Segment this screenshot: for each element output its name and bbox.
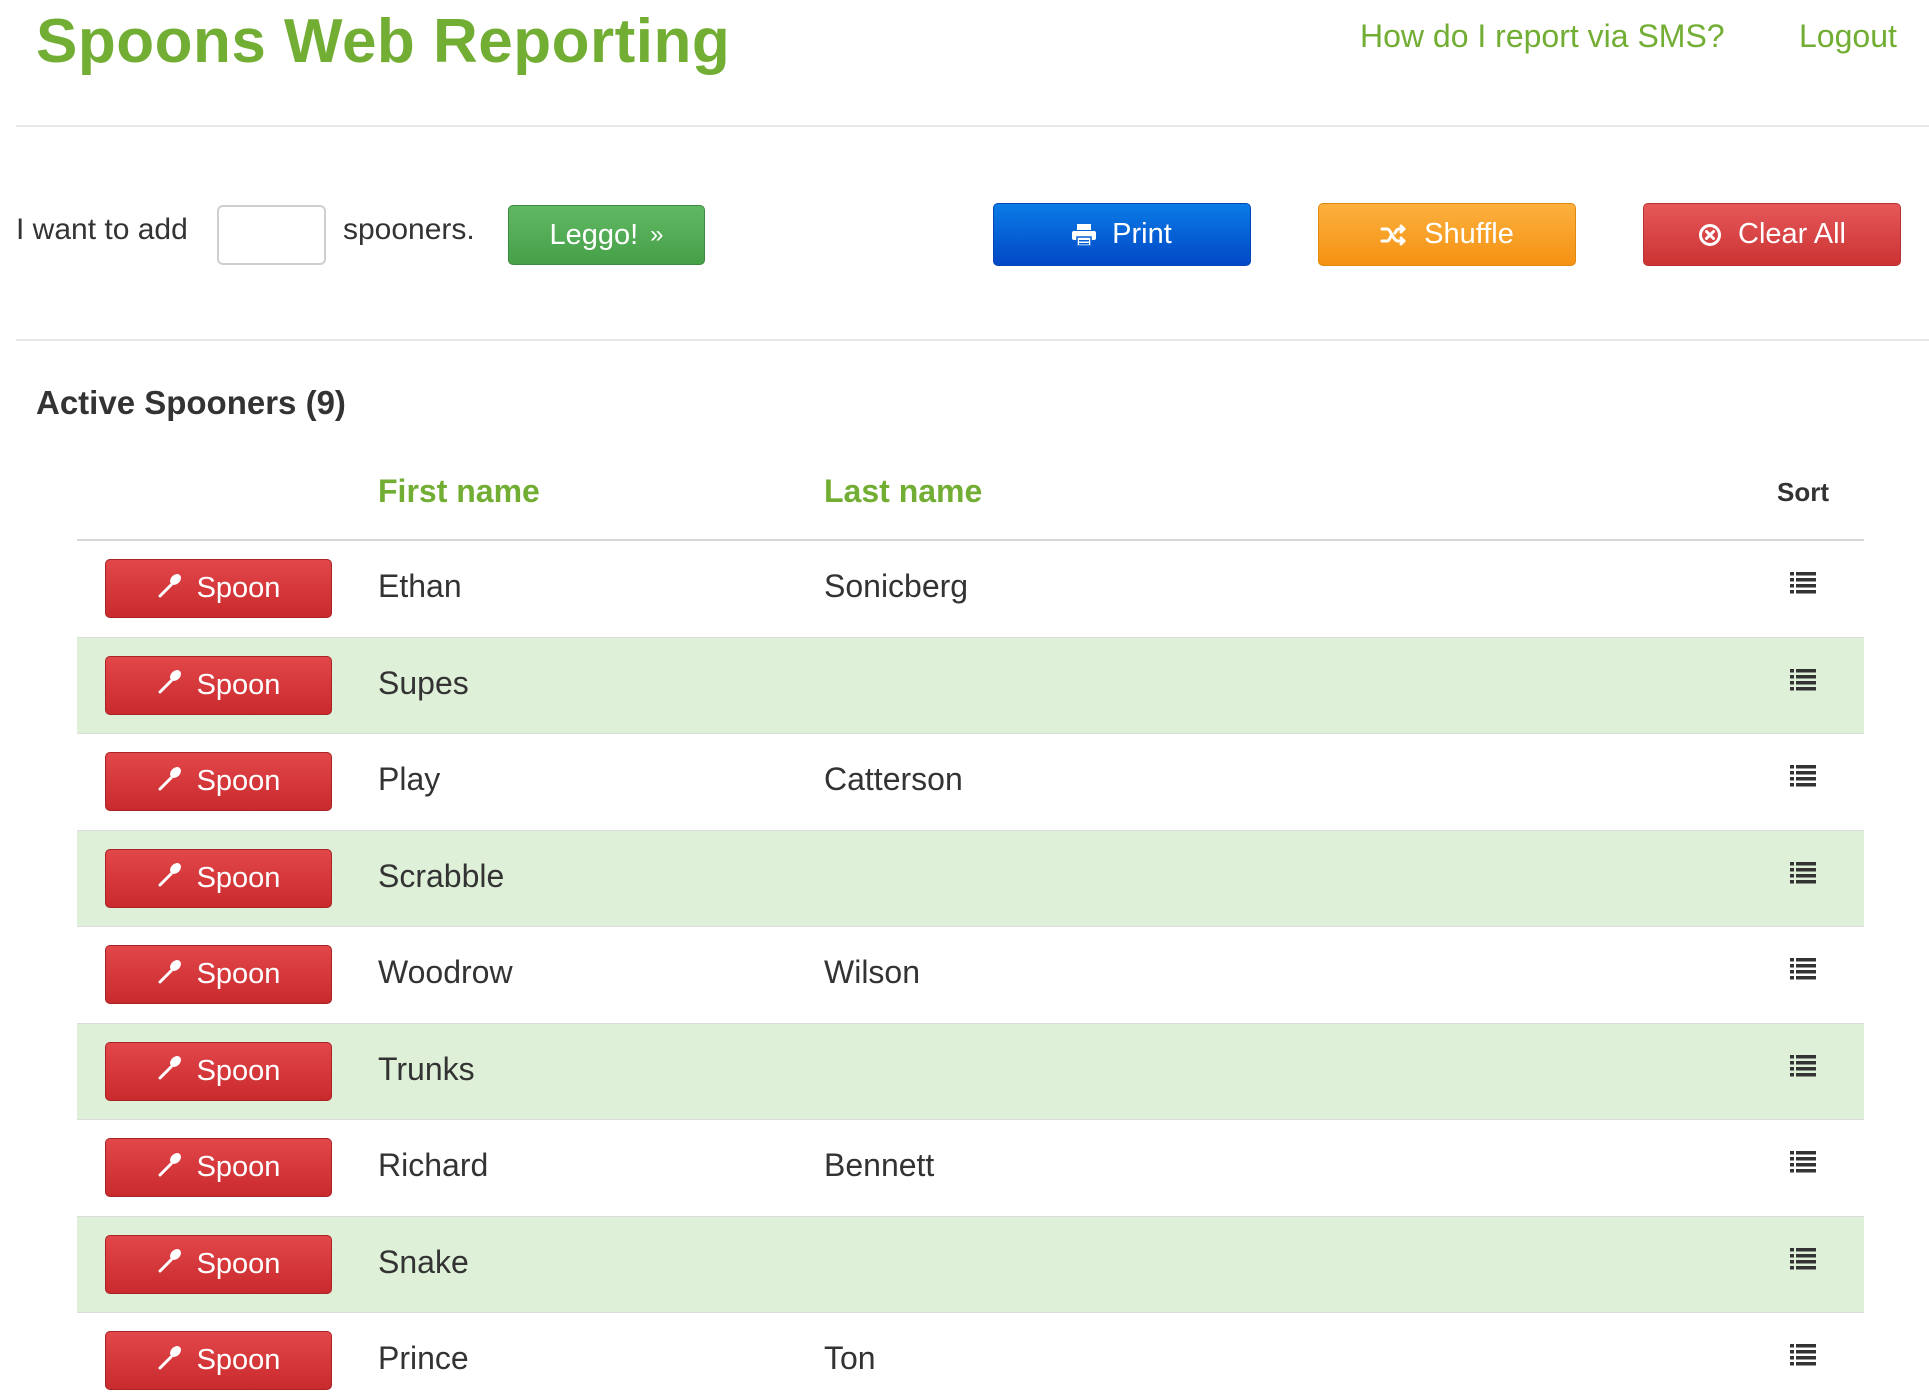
section-title: Active Spooners (9) — [36, 384, 346, 421]
table-header: First name Last name Sort — [77, 465, 1864, 541]
spoon-icon — [157, 1344, 183, 1378]
table-row: Spoon Play Catterson — [77, 734, 1864, 831]
spoon-button[interactable]: Spoon — [105, 1041, 332, 1101]
spoon-button[interactable]: Spoon — [105, 1138, 332, 1197]
last-name-cell: Bennett — [824, 1147, 935, 1183]
list-icon[interactable] — [1790, 1247, 1816, 1271]
first-name-cell: Woodrow — [378, 954, 513, 990]
first-name-cell: Richard — [378, 1147, 489, 1183]
list-icon[interactable] — [1790, 1343, 1816, 1367]
spoon-label: Spoon — [196, 861, 281, 894]
app-title: Spoons Web Reporting — [36, 7, 731, 76]
printer-icon — [1072, 223, 1097, 246]
spoon-button[interactable]: Spoon — [105, 559, 332, 618]
double-chevron-right-icon: » — [650, 221, 664, 248]
logout-link[interactable]: Logout — [1799, 18, 1897, 55]
table-row: Spoon Supes — [77, 637, 1864, 734]
last-name-cell: Wilson — [824, 954, 921, 990]
spoon-icon — [157, 1247, 183, 1281]
spooner-count-input[interactable] — [217, 205, 326, 265]
spoon-icon — [157, 572, 183, 606]
print-button[interactable]: Print — [993, 203, 1251, 266]
last-name-cell: Catterson — [824, 761, 963, 797]
spoon-icon — [157, 1151, 183, 1185]
first-name-cell: Scrabble — [378, 857, 505, 894]
spoon-button[interactable]: Spoon — [105, 655, 332, 715]
spoon-label: Spoon — [196, 1151, 281, 1183]
print-label: Print — [1112, 218, 1172, 250]
table-row: Spoon Richard Bennett — [77, 1120, 1864, 1217]
leggo-label: Leggo! — [549, 218, 639, 251]
first-name-cell: Ethan — [378, 568, 462, 604]
first-name-cell: Play — [378, 761, 441, 797]
list-icon[interactable] — [1790, 861, 1816, 885]
spoon-label: Spoon — [196, 668, 281, 701]
column-header-sort: Sort — [1777, 477, 1829, 507]
shuffle-label: Shuffle — [1424, 218, 1514, 250]
table-row: Spoon Prince Ton — [77, 1313, 1864, 1394]
page: Spoons Web Reporting How do I report via… — [0, 0, 1929, 1394]
list-icon[interactable] — [1790, 668, 1816, 692]
first-name-cell: Trunks — [378, 1050, 475, 1087]
header-divider — [16, 125, 1929, 127]
column-header-first-name[interactable]: First name — [378, 473, 540, 510]
first-name-cell: Prince — [378, 1340, 469, 1376]
spoon-label: Spoon — [196, 1247, 281, 1280]
table-row: Spoon Ethan Sonicberg — [77, 541, 1864, 638]
list-icon[interactable] — [1790, 957, 1816, 981]
spoon-icon — [157, 668, 183, 702]
shuffle-button[interactable]: Shuffle — [1318, 203, 1576, 266]
spoon-icon — [157, 1054, 183, 1088]
table-row: Spoon Trunks — [77, 1023, 1864, 1120]
table-row: Spoon Woodrow Wilson — [77, 927, 1864, 1024]
list-icon[interactable] — [1790, 1054, 1816, 1078]
first-name-cell: Supes — [378, 664, 469, 701]
spoon-button[interactable]: Spoon — [105, 945, 332, 1004]
spoon-icon — [157, 861, 183, 895]
spoon-button[interactable]: Spoon — [105, 752, 332, 811]
spooners-table: First name Last name Sort Spoon Ethan So… — [77, 465, 1864, 1394]
first-name-cell: Snake — [378, 1243, 469, 1280]
sms-help-link[interactable]: How do I report via SMS? — [1360, 18, 1725, 55]
clear-all-button[interactable]: Clear All — [1643, 203, 1901, 266]
column-header-last-name[interactable]: Last name — [824, 473, 982, 510]
table-row: Spoon Scrabble — [77, 830, 1864, 927]
list-icon[interactable] — [1790, 1150, 1816, 1174]
spoon-button[interactable]: Spoon — [105, 1234, 332, 1294]
spoon-icon — [157, 958, 183, 992]
shuffle-icon — [1380, 224, 1408, 246]
clear-all-label: Clear All — [1738, 218, 1846, 250]
last-name-cell: Sonicberg — [824, 568, 969, 604]
add-suffix-label: spooners. — [343, 213, 475, 246]
leggo-button[interactable]: Leggo! » — [508, 205, 705, 265]
last-name-cell: Ton — [824, 1340, 876, 1376]
spoon-button[interactable]: Spoon — [105, 1331, 332, 1390]
spoon-label: Spoon — [196, 1344, 281, 1376]
list-icon[interactable] — [1790, 571, 1816, 595]
table-row: Spoon Snake — [77, 1216, 1864, 1313]
spoon-label: Spoon — [196, 765, 281, 797]
add-prefix-label: I want to add — [16, 213, 188, 246]
spoon-label: Spoon — [196, 1054, 281, 1087]
spoon-button[interactable]: Spoon — [105, 848, 332, 908]
spoon-label: Spoon — [196, 572, 281, 604]
remove-circle-icon — [1698, 223, 1722, 247]
list-icon[interactable] — [1790, 764, 1816, 788]
spoon-icon — [157, 765, 183, 799]
spoon-label: Spoon — [196, 958, 281, 990]
section-divider — [16, 339, 1929, 341]
table-body: Spoon Ethan Sonicberg Spoon Supes Spoon … — [77, 541, 1864, 1394]
